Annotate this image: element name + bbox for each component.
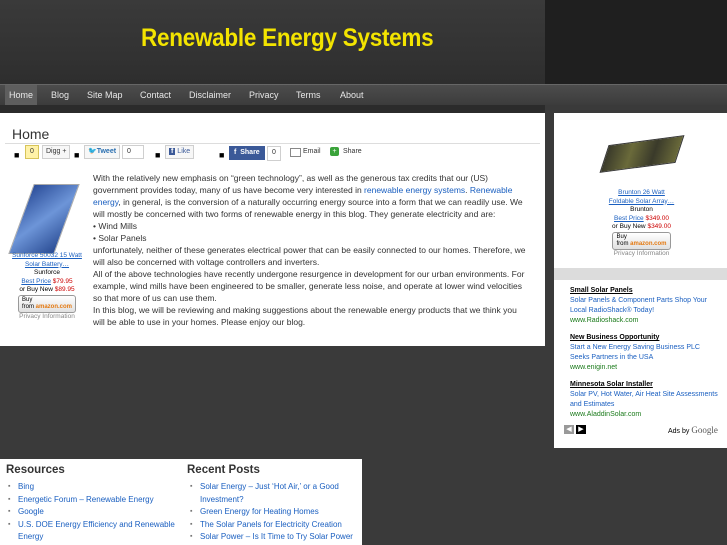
nav-site-map[interactable]: Site Map — [83, 85, 127, 105]
product-buy-new[interactable]: or Buy New $89.95 — [10, 286, 84, 295]
privacy-information[interactable]: Privacy Information — [10, 313, 84, 322]
product-best-price[interactable]: Best Price $79.95 — [10, 278, 84, 287]
product-best-price[interactable]: Best Price $349.00 — [594, 215, 689, 224]
main-nav: Home Blog Site Map Contact Disclaimer Pr… — [0, 84, 727, 105]
recent-post-link[interactable]: Green Energy for Heating Homes — [188, 506, 360, 519]
main-content: Home ■ 0 Digg + ■ 🐦Tweet 0 ■ f Like ■ f … — [0, 113, 545, 346]
share-bullet: ■ — [219, 150, 225, 160]
nav-shadow — [0, 105, 545, 113]
product-buy-new[interactable]: or Buy New $349.00 — [594, 223, 689, 232]
privacy-information[interactable]: Privacy Information — [594, 250, 689, 259]
share-bullet: ■ — [74, 150, 80, 160]
tweet-count: 0 — [122, 145, 144, 159]
product-brand: Brunton — [630, 206, 653, 213]
share-bullet: ■ — [14, 150, 20, 160]
page-title: Home — [12, 126, 50, 142]
nav-home[interactable]: Home — [5, 85, 38, 105]
digg-count: 0 — [25, 145, 39, 159]
ad-item[interactable]: Minnesota Solar Installer Solar PV, Hot … — [570, 380, 720, 420]
nav-terms[interactable]: Terms — [292, 85, 325, 105]
share-icon[interactable]: + — [330, 147, 339, 156]
footer-widgets: Resources Bing Energetic Forum – Renewab… — [0, 459, 362, 545]
facebook-share-count: 0 — [267, 146, 281, 161]
article-paragraph: In this blog, we will be reviewing and m… — [93, 305, 517, 327]
nav-privacy[interactable]: Privacy — [245, 85, 283, 105]
renewable-energy-systems-link[interactable]: renewable energy systems — [364, 185, 465, 195]
like-button[interactable]: f Like — [165, 145, 195, 159]
foldable-solar-array-image[interactable] — [599, 135, 685, 173]
recent-posts-list: Solar Energy – Just ‘Hot Air,’ or a Good… — [188, 481, 360, 544]
buy-from-amazon-button[interactable]: Buy from amazon.com — [17, 294, 76, 313]
title-divider — [5, 143, 540, 144]
sidebar-product-panel: Brunton 26 Watt Foldable Solar Array… Bru… — [554, 113, 727, 268]
share-bullet: ■ — [155, 150, 161, 160]
ad-item[interactable]: New Business Opportunity Start a New Ene… — [570, 333, 720, 373]
buy-from-amazon-button[interactable]: Buy from amazon.com — [612, 231, 671, 250]
list-item: • Wind Mills — [93, 221, 138, 231]
resources-heading: Resources — [6, 464, 65, 476]
article-paragraph: With the relatively new emphasis on “gre… — [93, 173, 523, 219]
ads-by-google[interactable]: Ads by Google — [668, 425, 718, 435]
sidebar-separator — [554, 268, 727, 280]
article-paragraph: All of the above technologies have recen… — [93, 269, 525, 303]
article-body: With the relatively new emphasis on “gre… — [93, 172, 530, 328]
facebook-share-button[interactable]: f Share — [229, 146, 265, 160]
resource-link[interactable]: Google — [6, 506, 176, 519]
recent-posts-heading: Recent Posts — [187, 464, 260, 476]
nav-contact[interactable]: Contact — [136, 85, 175, 105]
ad-item[interactable]: Small Solar Panels Solar Panels & Compon… — [570, 286, 720, 326]
product-title[interactable]: Brunton 26 Watt Foldable Solar Array… — [594, 189, 689, 206]
twitter-icon: 🐦 — [88, 148, 97, 155]
google-ads-panel: Small Solar Panels Solar Panels & Compon… — [554, 280, 727, 448]
product-title[interactable]: Sunforce 50032 15 Watt Solar Battery… — [10, 252, 84, 269]
tweet-button[interactable]: 🐦Tweet — [84, 145, 121, 159]
email-link[interactable]: Email — [303, 148, 321, 155]
ad-next-arrow-icon[interactable]: ▶ — [576, 425, 586, 434]
recent-post-link[interactable]: The Solar Panels for Electricity Creatio… — [188, 519, 360, 532]
nav-about[interactable]: About — [336, 85, 368, 105]
header-side-panel — [545, 0, 727, 84]
site-header: Renewable Energy Systems — [0, 0, 545, 84]
facebook-icon: f — [234, 149, 237, 156]
share-link[interactable]: Share — [343, 148, 362, 155]
site-title[interactable]: Renewable Energy Systems — [141, 24, 434, 53]
resource-link[interactable]: Bing — [6, 481, 176, 494]
nav-disclaimer[interactable]: Disclaimer — [185, 85, 235, 105]
product-widget-left: Sunforce 50032 15 Watt Solar Battery… Sun… — [10, 252, 84, 321]
email-icon[interactable] — [290, 148, 301, 157]
ad-prev-arrow-icon[interactable]: ◀ — [564, 425, 574, 434]
resource-link[interactable]: U.S. DOE Energy Efficiency and Renewable… — [6, 519, 176, 544]
recent-post-link[interactable]: Solar Power – Is It Time to Try Solar Po… — [188, 531, 360, 544]
list-item: • Solar Panels — [93, 233, 147, 243]
resource-link[interactable]: Energetic Forum – Renewable Energy — [6, 494, 176, 507]
recent-post-link[interactable]: Solar Energy – Just ‘Hot Air,’ or a Good… — [188, 481, 360, 506]
solar-panel-product-image[interactable] — [8, 184, 80, 254]
product-widget-right: Brunton 26 Watt Foldable Solar Array… Bru… — [594, 189, 689, 258]
product-brand: Sunforce — [33, 269, 61, 276]
nav-blog[interactable]: Blog — [47, 85, 73, 105]
facebook-icon: f — [169, 148, 176, 155]
article-paragraph: unfortunately, neither of these generate… — [93, 245, 526, 267]
resources-list: Bing Energetic Forum – Renewable Energy … — [6, 481, 176, 544]
digg-button[interactable]: Digg + — [42, 145, 71, 159]
